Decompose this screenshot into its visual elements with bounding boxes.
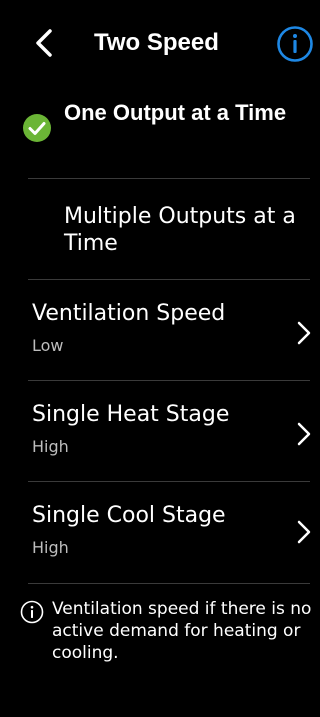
option-one-output[interactable]: One Output at a Time bbox=[0, 0, 320, 178]
chevron-right-icon bbox=[297, 321, 311, 345]
help-note-text: Ventilation speed if there is no active … bbox=[52, 599, 312, 663]
row-value: High bbox=[32, 437, 69, 456]
ventilation-speed-row[interactable]: Ventilation Speed Low bbox=[0, 280, 320, 380]
divider bbox=[28, 583, 310, 584]
row-value: Low bbox=[32, 336, 64, 355]
chevron-right-icon bbox=[297, 520, 311, 544]
check-circle-icon bbox=[23, 114, 51, 142]
row-title: Ventilation Speed bbox=[32, 301, 226, 326]
info-circle-icon bbox=[20, 600, 44, 624]
option-label: One Output at a Time bbox=[64, 100, 287, 125]
row-value: High bbox=[32, 538, 69, 557]
chevron-right-icon bbox=[297, 422, 311, 446]
option-label: Multiple Outputs at a Time bbox=[64, 204, 296, 256]
option-multiple-outputs[interactable]: Multiple Outputs at a Time bbox=[0, 179, 320, 279]
row-title: Single Heat Stage bbox=[32, 402, 230, 427]
single-heat-stage-row[interactable]: Single Heat Stage High bbox=[0, 381, 320, 481]
row-title: Single Cool Stage bbox=[32, 503, 226, 528]
single-cool-stage-row[interactable]: Single Cool Stage High bbox=[0, 482, 320, 582]
